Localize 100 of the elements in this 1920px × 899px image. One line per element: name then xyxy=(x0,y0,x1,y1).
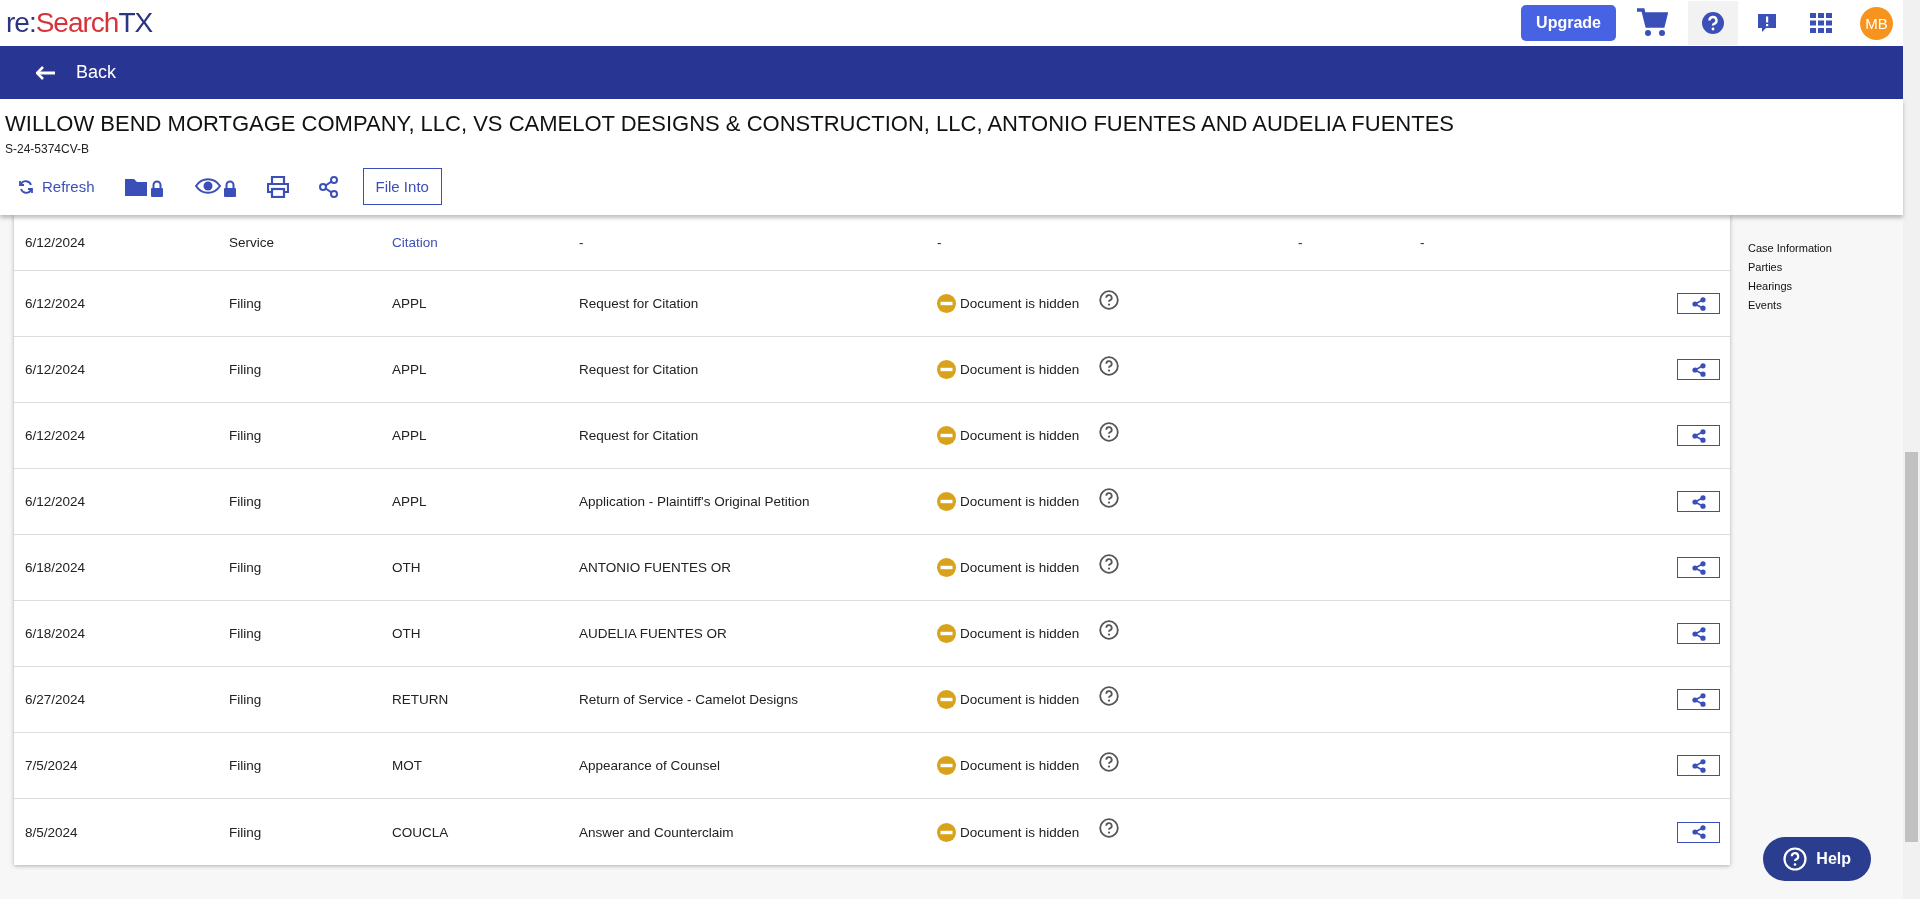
case-title: WILLOW BEND MORTGAGE COMPANY, LLC, VS CAMELOT DESIGNS & CONSTRUCTION, LLC, ANTONIO FUENTES AND AUDELIA FUENTES xyxy=(5,111,1456,137)
date-cell-text: 6/12/2024 xyxy=(24,296,87,311)
type-cell-text: Filing xyxy=(229,758,263,773)
cart-icon[interactable] xyxy=(1636,8,1668,38)
question-icon xyxy=(1783,847,1808,871)
code-cell: APPL xyxy=(392,362,427,377)
type-cell-text: Filing xyxy=(229,824,263,840)
help-icon[interactable] xyxy=(1099,421,1120,442)
case-number: S-24-5374CV-B xyxy=(5,142,91,156)
hidden-icon xyxy=(937,294,956,313)
date-cell-text: 8/5/2024 xyxy=(24,824,79,840)
description-cell-text: Appearance of Counsel xyxy=(579,758,722,773)
document-status: Document is hidden xyxy=(960,296,1080,311)
share-icon xyxy=(1691,692,1706,707)
code-cell: OTH xyxy=(392,626,421,641)
share-icon xyxy=(1691,626,1706,641)
share-button[interactable] xyxy=(1677,821,1720,843)
code-cell: COUCLA xyxy=(392,824,449,840)
description-cell-text: Request for Citation xyxy=(579,296,700,311)
help-icon[interactable] xyxy=(1099,553,1120,574)
description-cell-text: Request for Citation xyxy=(579,362,700,377)
description-cell-text: ANTONIO FUENTES OR xyxy=(579,560,732,575)
help-icon[interactable] xyxy=(1099,487,1120,508)
date-cell-text: 6/27/2024 xyxy=(24,692,87,707)
back-arrow-icon xyxy=(36,65,56,80)
help-button[interactable]: Help xyxy=(1763,837,1871,881)
share-icon xyxy=(1691,362,1706,377)
share-icon xyxy=(1691,494,1706,509)
help-icon[interactable] xyxy=(1688,1,1738,45)
hidden-icon xyxy=(937,426,956,445)
hidden-icon xyxy=(937,690,956,709)
description-cell-text: Return of Service - Camelot Designs xyxy=(579,692,800,707)
document-status: Document is hidden xyxy=(960,692,1080,707)
share-button[interactable] xyxy=(1677,557,1720,578)
date-cell-text: 6/12/2024 xyxy=(24,428,87,443)
type-cell-text: Filing xyxy=(229,494,263,509)
type-cell-text: Filing xyxy=(229,560,263,575)
help-icon[interactable] xyxy=(1099,685,1120,706)
type-cell-text: Filing xyxy=(229,362,263,377)
upgrade-button[interactable]: Upgrade xyxy=(1521,5,1616,41)
type-cell-text: Filing xyxy=(229,626,263,641)
hidden-icon xyxy=(937,756,956,775)
locked-eye-icon[interactable] xyxy=(194,175,237,198)
share-button[interactable] xyxy=(1677,359,1720,380)
code-cell: OTH xyxy=(392,560,421,575)
document-status: Document is hidden xyxy=(960,428,1080,443)
share-icon xyxy=(1691,428,1706,443)
date-cell-text: 6/12/2024 xyxy=(24,494,87,509)
side-nav-link[interactable]: Hearings xyxy=(1748,280,1832,292)
share-button[interactable] xyxy=(1677,293,1720,314)
share-button[interactable] xyxy=(1677,425,1720,446)
side-nav-link[interactable]: Parties xyxy=(1748,261,1832,273)
document-status: Document is hidden xyxy=(960,362,1080,377)
print-icon[interactable] xyxy=(266,175,289,198)
type-cell-text: Filing xyxy=(229,692,263,707)
help-icon[interactable] xyxy=(1099,355,1120,376)
document-cell-text: - xyxy=(937,235,943,250)
type-cell-text: Filing xyxy=(229,428,263,443)
hidden-icon xyxy=(937,624,956,643)
date-cell-text: 6/18/2024 xyxy=(24,626,87,641)
scrollbar[interactable] xyxy=(1903,0,1920,899)
share-icon xyxy=(1691,758,1706,773)
description-cell-text: Application - Plaintiff's Original Petition xyxy=(579,494,811,509)
refresh-icon xyxy=(18,178,34,195)
type-cell-text: Filing xyxy=(229,296,263,311)
hidden-icon xyxy=(937,558,956,577)
file-into-button[interactable]: File Into xyxy=(362,168,442,205)
back-button[interactable]: Back xyxy=(30,61,123,84)
logo[interactable]: re:SearchTX xyxy=(6,7,153,39)
description-cell-text: AUDELIA FUENTES OR xyxy=(579,626,728,641)
refresh-button[interactable]: Refresh xyxy=(18,178,95,195)
help-icon[interactable] xyxy=(1099,751,1120,772)
document-status: Document is hidden xyxy=(960,494,1080,509)
document-status: Document is hidden xyxy=(960,626,1080,641)
share-button[interactable] xyxy=(1677,623,1720,644)
share-icon xyxy=(1691,296,1706,311)
share-button[interactable] xyxy=(1677,755,1720,776)
date-cell-text: 6/12/2024 xyxy=(24,362,87,377)
share-button[interactable] xyxy=(1677,689,1720,710)
description-cell-text: Request for Citation xyxy=(579,428,700,443)
code-link[interactable]: Citation xyxy=(392,235,438,250)
document-status: Document is hidden xyxy=(960,560,1080,575)
description-cell-text: - xyxy=(579,235,585,250)
help-icon[interactable] xyxy=(1099,619,1120,640)
share-icon[interactable] xyxy=(318,175,339,198)
table-cell-text: - xyxy=(1298,235,1304,250)
help-icon[interactable] xyxy=(1099,818,1120,838)
help-icon[interactable] xyxy=(1099,289,1120,310)
table-cell-text: - xyxy=(1420,235,1426,250)
description-cell-text: Answer and Counterclaim xyxy=(579,824,735,840)
hidden-icon xyxy=(937,492,956,511)
side-nav-link[interactable]: Events xyxy=(1748,299,1832,311)
date-cell-text: 7/5/2024 xyxy=(24,758,79,773)
share-icon xyxy=(1691,560,1706,575)
code-cell: APPL xyxy=(392,428,427,443)
date-cell-text: 6/18/2024 xyxy=(24,560,87,575)
share-button[interactable] xyxy=(1677,491,1720,512)
code-cell: APPL xyxy=(392,494,427,509)
side-nav-link[interactable]: Case Information xyxy=(1748,242,1832,254)
code-cell: RETURN xyxy=(392,692,449,707)
